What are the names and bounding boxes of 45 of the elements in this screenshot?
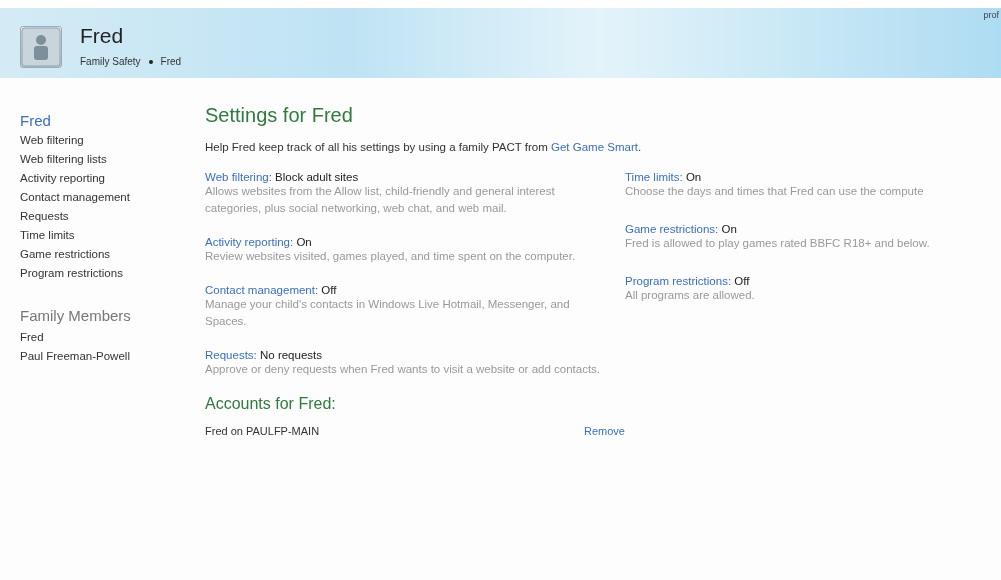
sidebar-item[interactable]: Activity reporting <box>20 169 185 188</box>
sidebar-item[interactable]: Time limits <box>20 226 185 245</box>
setting-description: All programs are allowed. <box>625 288 756 303</box>
account-name: Fred on PAULFP-MAIN <box>205 425 321 437</box>
setting-description: Allows websites from the Allow list, child-friendly and general interest categories, plus social networking, web chat, and web mail. <box>205 184 556 216</box>
corner-text[interactable]: prof <box>983 10 999 20</box>
sidebar-item[interactable]: Fred <box>20 111 185 131</box>
section-heading: Family Members <box>20 307 132 324</box>
setting-description: Review websites visited, games played, and time spent on the computer. <box>205 249 577 264</box>
setting-value: Off <box>734 275 750 287</box>
sidebar-item[interactable]: Requests <box>20 207 185 226</box>
setting-link[interactable]: Contact management: <box>205 284 319 296</box>
get-game-smart-link[interactable]: Get Game Smart <box>551 141 638 153</box>
setting-link[interactable]: Game restrictions: <box>625 223 719 235</box>
setting-value: No requests <box>260 349 322 361</box>
sidebar-item[interactable]: Web filtering lists <box>20 150 185 169</box>
setting-value: On <box>296 236 312 248</box>
setting-link[interactable]: Program restrictions: <box>625 275 732 287</box>
breadcrumb-item[interactable]: Family Safety <box>80 56 141 67</box>
sidebar-item[interactable]: Contact management <box>20 188 185 207</box>
breadcrumb-item[interactable]: Fred <box>160 56 182 67</box>
family-member-link[interactable]: Fred <box>20 328 185 347</box>
sidebar-item[interactable]: Game restrictions <box>20 245 185 264</box>
page-title: Fred <box>80 24 125 48</box>
setting-value: Off <box>321 284 337 296</box>
remove-link[interactable]: Remove <box>584 425 625 437</box>
accounts-heading: Accounts for Fred: <box>205 395 337 413</box>
setting-description: Choose the days and times that Fred can use the compute <box>625 184 925 199</box>
sidebar-item[interactable]: Web filtering <box>20 131 185 150</box>
setting-description: Manage your child's contacts in Windows Live Hotmail, Messenger, and Spaces. <box>205 297 571 329</box>
settings-heading: Settings for Fred <box>205 104 354 127</box>
setting-link[interactable]: Activity reporting: <box>205 236 294 248</box>
intro-text: Help Fred keep track of all his settings by using a family PACT from Get Game Smart. <box>205 141 643 153</box>
setting-link[interactable]: Time limits: <box>625 171 683 183</box>
setting-value: Block adult sites <box>275 171 359 183</box>
user-icon <box>20 26 62 68</box>
breadcrumb-separator-icon <box>148 59 153 64</box>
sidebar-item[interactable]: Program restrictions <box>20 264 185 283</box>
setting-link[interactable]: Web filtering: <box>205 171 272 183</box>
family-member-link[interactable]: Paul Freeman-Powell <box>20 347 185 366</box>
setting-value: On <box>721 223 737 235</box>
setting-description: Fred is allowed to play games rated BBFC R18+ and below. <box>625 236 931 251</box>
setting-description: Approve or deny requests when Fred wants to visit a website or add contacts. <box>205 362 602 377</box>
setting-value: On <box>685 171 702 183</box>
setting-link[interactable]: Requests: <box>205 349 257 361</box>
